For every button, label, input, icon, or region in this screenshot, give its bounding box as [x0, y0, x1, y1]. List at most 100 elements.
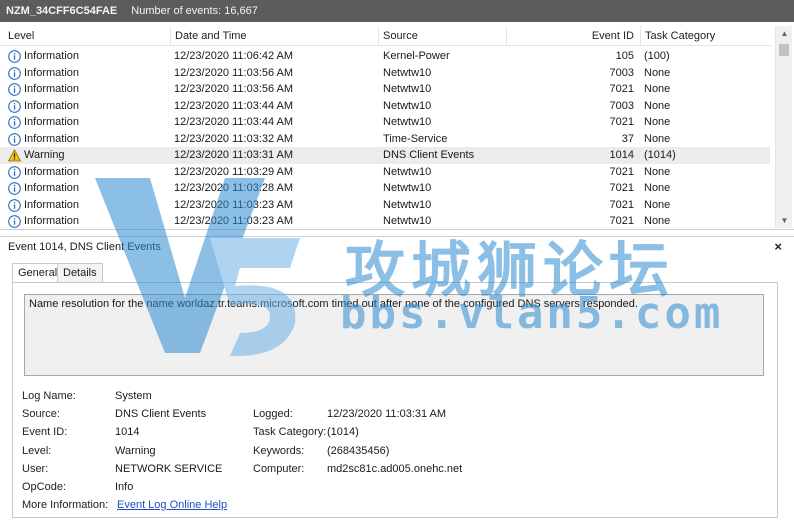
row-event-id: 7003: [609, 66, 634, 79]
value-computer: md2sc81c.ad005.onehc.net: [327, 463, 463, 475]
row-task-category: None: [644, 215, 671, 227]
row-event-id: 37: [621, 132, 634, 145]
row-task-category: (1014): [644, 149, 676, 161]
table-row[interactable]: Information 12/23/2020 11:06:42 AM Kernel-…: [0, 48, 770, 65]
row-source: Netwtw10: [383, 116, 432, 128]
row-level: Warning: [24, 149, 65, 161]
label-source: Source:: [22, 408, 60, 420]
label-task-category: Task Category:: [253, 426, 327, 438]
table-row[interactable]: Information 12/23/2020 11:03:23 AM Netwtw1…: [0, 213, 770, 230]
row-level: Information: [24, 215, 80, 227]
label-computer: Computer:: [253, 463, 305, 475]
row-date: 12/23/2020 11:03:23 AM: [174, 198, 294, 211]
row-event-id: 7021: [609, 215, 634, 227]
row-level: Information: [24, 165, 80, 178]
row-source: Netwtw10: [383, 66, 432, 79]
table-row[interactable]: Information 12/23/2020 11:03:44 AM Netwtw1…: [0, 98, 770, 115]
tab-general[interactable]: General: [12, 263, 64, 284]
label-keywords: Keywords:: [253, 445, 305, 457]
value-source: DNS Client Events: [115, 408, 207, 420]
value-keywords: (268435456): [327, 445, 390, 457]
column-header-level[interactable]: Level: [8, 26, 34, 46]
column-header-date[interactable]: Date and Time: [170, 26, 378, 46]
column-header-task-category[interactable]: Task Category: [640, 26, 770, 46]
info-icon: [8, 132, 21, 146]
row-level: Information: [24, 99, 80, 112]
row-task-category: (100): [644, 50, 670, 62]
row-level: Information: [24, 182, 80, 194]
table-row[interactable]: Information 12/23/2020 11:03:23 AM Netwtw1…: [0, 197, 770, 214]
info-icon: [8, 182, 21, 195]
info-icon: [8, 215, 21, 228]
row-source: Netwtw10: [383, 198, 432, 211]
close-icon[interactable]: ×: [774, 237, 782, 257]
column-header-source[interactable]: Source: [378, 26, 506, 46]
value-user: NETWORK SERVICE: [115, 463, 223, 475]
event-count: Number of events: 16,667: [131, 5, 258, 17]
table-row[interactable]: Information 12/23/2020 11:03:29 AM Netwtw1…: [0, 164, 770, 181]
column-header-event-id[interactable]: Event ID: [506, 26, 636, 46]
tab-details[interactable]: Details: [57, 263, 103, 283]
row-date: 12/23/2020 11:03:56 AM: [174, 66, 294, 79]
value-logged: 12/23/2020 11:03:31 AM: [327, 408, 447, 420]
events-grid: Level Date and Time Source Event ID Task…: [0, 24, 794, 230]
row-source: Time-Service: [383, 132, 448, 145]
row-event-id: 7021: [609, 116, 634, 128]
label-opcode: OpCode:: [22, 481, 67, 493]
label-level: Level:: [22, 445, 52, 457]
row-date: 12/23/2020 11:03:56 AM: [174, 83, 294, 95]
row-source: DNS Client Events: [383, 149, 475, 161]
row-event-id: 1014: [609, 149, 634, 161]
row-source: Netwtw10: [383, 165, 432, 178]
row-date: 12/23/2020 11:03:31 AM: [174, 149, 294, 161]
row-event-id: 7021: [609, 165, 634, 178]
row-task-category: None: [644, 182, 671, 194]
row-date: 12/23/2020 11:06:42 AM: [174, 50, 294, 62]
table-row[interactable]: Warning 12/23/2020 11:03:31 AM DNS Client …: [0, 147, 770, 164]
title-bar: NZM_34CFF6C54FAE Number of events: 16,66…: [0, 0, 794, 22]
info-icon: [8, 198, 21, 212]
info-icon: [8, 50, 21, 63]
row-source: Kernel-Power: [383, 50, 450, 62]
value-task-category: (1014): [327, 426, 359, 438]
value-level: Warning: [115, 445, 156, 457]
row-level: Information: [24, 198, 80, 211]
row-event-id: 7003: [609, 99, 634, 112]
row-source: Netwtw10: [383, 182, 432, 194]
event-description[interactable]: Name resolution for the name worldaz.tr.…: [24, 294, 764, 376]
event-log-online-help-link[interactable]: Event Log Online Help: [117, 499, 227, 511]
label-log-name: Log Name:: [22, 390, 76, 402]
label-event-id: Event ID:: [22, 426, 68, 438]
table-row[interactable]: Information 12/23/2020 11:03:56 AM Netwtw1…: [0, 65, 770, 82]
row-task-category: None: [644, 99, 671, 112]
scroll-down-icon[interactable]: ▼: [776, 213, 793, 228]
row-level: Information: [24, 132, 80, 145]
table-row[interactable]: Information 12/23/2020 11:03:28 AM Netwtw1…: [0, 180, 770, 197]
warning-icon: [7, 148, 22, 162]
table-row[interactable]: Information 12/23/2020 11:03:44 AM Netwtw1…: [0, 114, 770, 131]
row-date: 12/23/2020 11:03:44 AM: [174, 99, 294, 112]
row-event-id: 7021: [609, 182, 634, 194]
grid-header: Level Date and Time Source Event ID Task…: [0, 26, 772, 46]
table-row[interactable]: Information 12/23/2020 11:03:32 AM Time-Se…: [0, 131, 770, 148]
row-level: Information: [24, 50, 80, 62]
scroll-up-icon[interactable]: ▲: [776, 26, 793, 41]
scroll-thumb[interactable]: [779, 44, 789, 56]
table-row[interactable]: Information 12/23/2020 11:03:56 AM Netwtw1…: [0, 81, 770, 98]
info-icon: [8, 116, 21, 129]
row-date: 12/23/2020 11:03:23 AM: [174, 215, 294, 227]
event-detail-title: Event 1014, DNS Client Events: [8, 241, 161, 253]
row-date: 12/23/2020 11:03:28 AM: [174, 182, 294, 194]
row-task-category: None: [644, 66, 671, 79]
row-task-category: None: [644, 116, 671, 128]
row-source: Netwtw10: [383, 215, 432, 227]
row-task-category: None: [644, 165, 671, 178]
info-icon: [8, 83, 21, 96]
row-event-id: 105: [615, 50, 634, 62]
row-source: Netwtw10: [383, 99, 432, 112]
row-event-id: 7021: [609, 83, 634, 95]
label-logged: Logged:: [253, 408, 293, 420]
general-tab-panel: Name resolution for the name worldaz.tr.…: [12, 282, 778, 518]
info-icon: [8, 66, 21, 80]
grid-scrollbar[interactable]: ▲ ▼: [775, 26, 792, 228]
